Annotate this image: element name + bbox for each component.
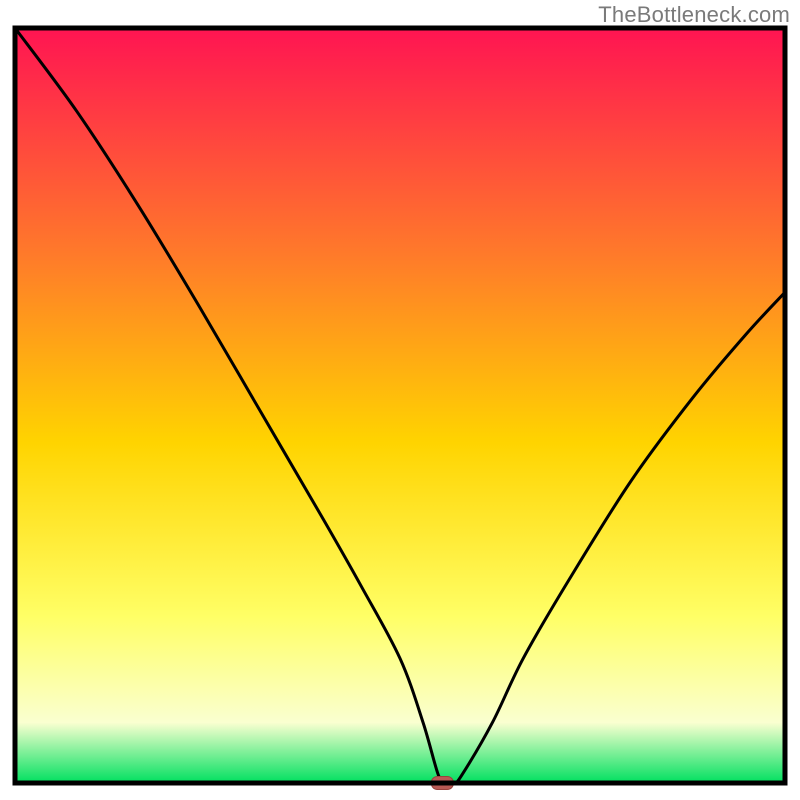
watermark-text: TheBottleneck.com	[598, 2, 790, 28]
chart-container: TheBottleneck.com	[0, 0, 800, 800]
plot-background	[15, 28, 785, 783]
bottleneck-chart	[0, 0, 800, 800]
